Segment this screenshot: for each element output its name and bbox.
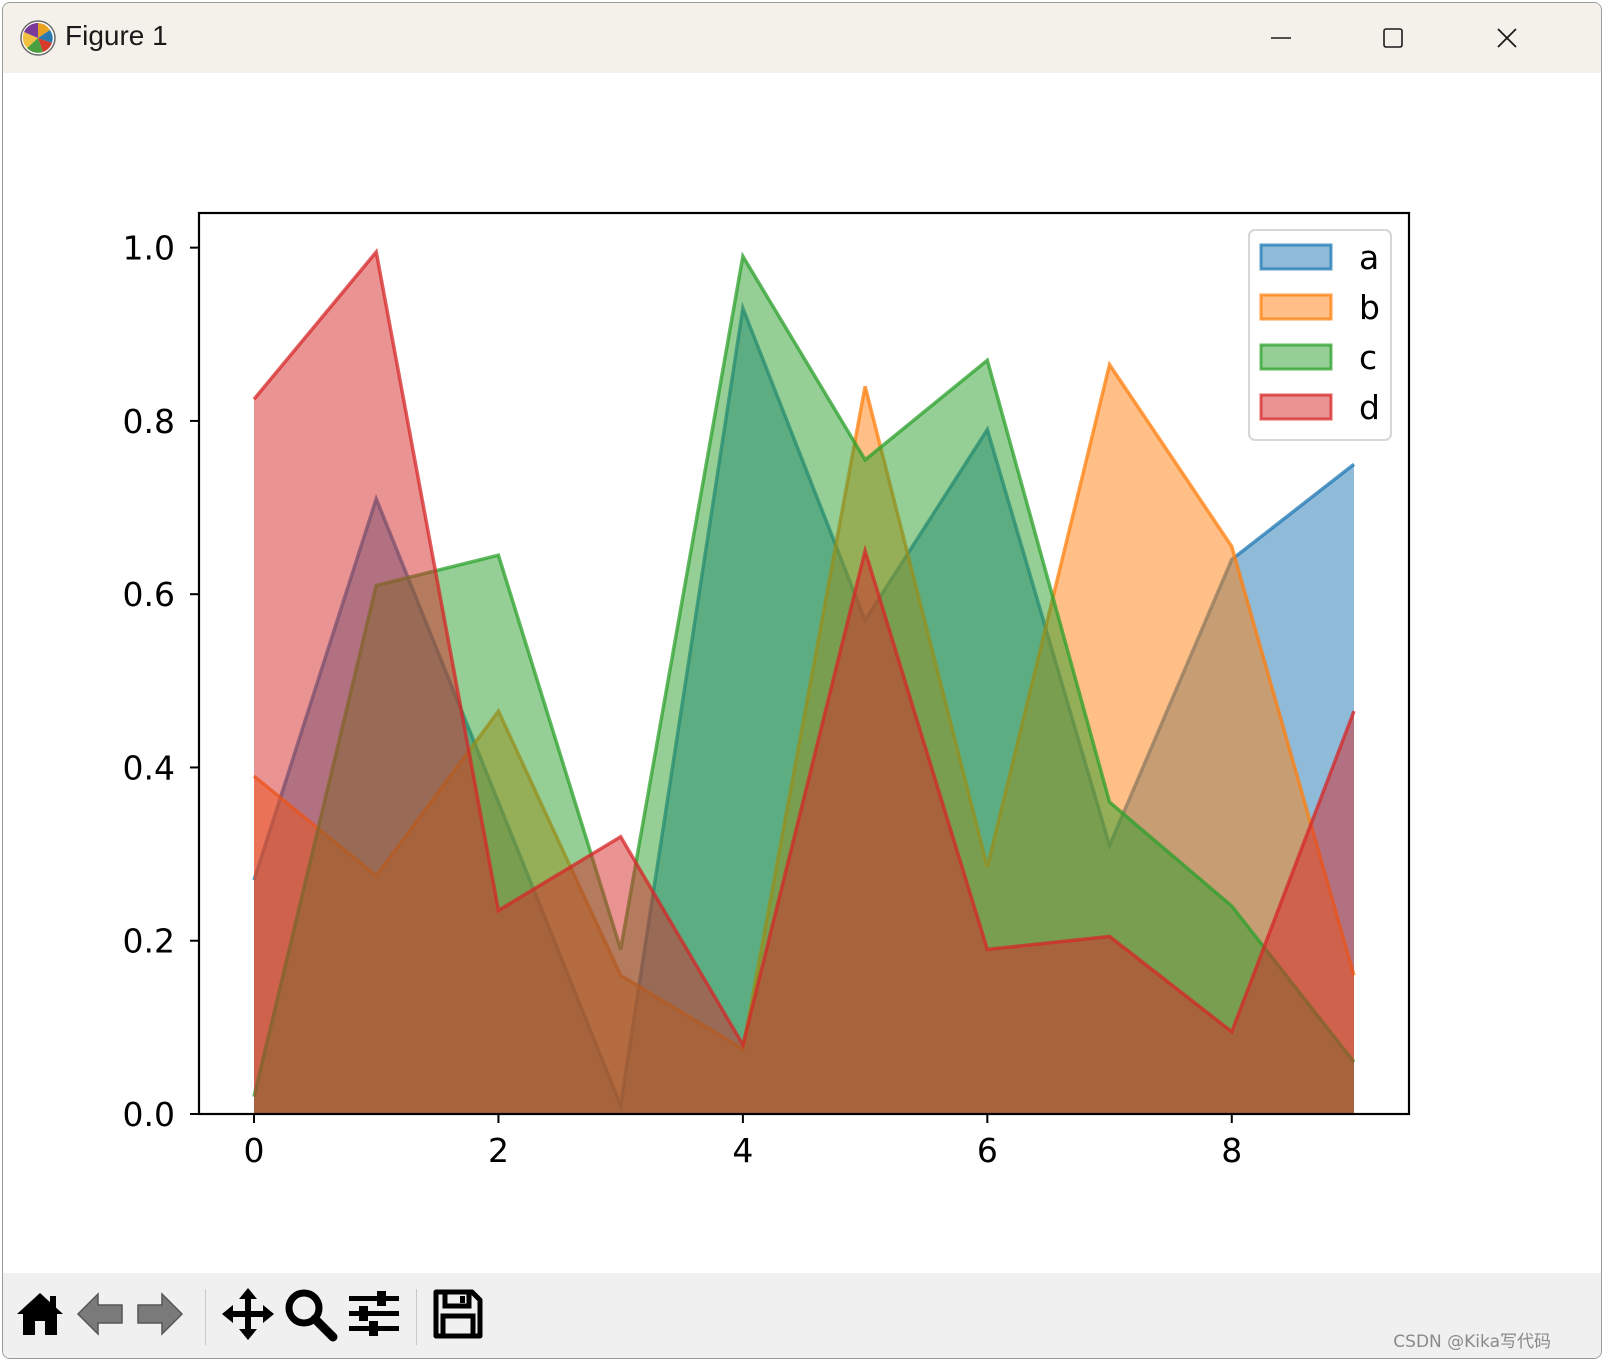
zoom-icon <box>285 1289 338 1342</box>
legend[interactable]: abcd <box>1248 229 1392 441</box>
maximize-button[interactable] <box>1343 3 1443 73</box>
y-tick-label: 0.8 <box>123 402 175 441</box>
x-tick-label: 0 <box>244 1131 265 1170</box>
save-button[interactable] <box>429 1285 487 1343</box>
y-tick-label: 0.6 <box>123 575 175 614</box>
legend-label-a: a <box>1359 238 1379 277</box>
series-group <box>252 247 1356 1114</box>
x-tick-label: 6 <box>977 1131 998 1170</box>
zoom-button[interactable] <box>281 1285 339 1343</box>
x-tick-label: 4 <box>732 1131 753 1170</box>
minimize-icon <box>1271 37 1291 39</box>
forward-icon <box>137 1292 184 1336</box>
matplotlib-icon <box>20 20 56 56</box>
figure-window: Figure 1 0 2 4 6 8 0.0 0.2 0.4 0.6 0.8 1.0 a b c d <box>2 2 1602 1359</box>
toolbar-separator <box>205 1289 206 1345</box>
home-button[interactable] <box>11 1285 69 1343</box>
configure-subplots-icon <box>349 1291 399 1336</box>
back-button[interactable] <box>71 1285 129 1343</box>
legend-swatch-b <box>1259 293 1333 321</box>
y-tick-label: 0.0 <box>123 1095 175 1134</box>
navigation-toolbar: CSDN @Kika写代码 <box>3 1273 1601 1358</box>
y-tick-label: 1.0 <box>123 229 175 268</box>
watermark-text: CSDN @Kika写代码 <box>1393 1332 1551 1352</box>
x-tick-label: 2 <box>488 1131 509 1170</box>
forward-button[interactable] <box>131 1285 189 1343</box>
toolbar-separator <box>416 1289 417 1345</box>
legend-swatch-c <box>1259 343 1333 371</box>
minimize-button[interactable] <box>1231 3 1331 73</box>
back-icon <box>76 1292 123 1336</box>
title-bar[interactable]: Figure 1 <box>3 3 1601 73</box>
legend-label-b: b <box>1359 288 1380 327</box>
legend-swatch-a <box>1259 243 1333 271</box>
y-tick-label: 0.4 <box>123 748 175 787</box>
legend-swatch-d <box>1259 393 1333 421</box>
x-tick-label: 8 <box>1221 1131 1242 1170</box>
legend-label-c: c <box>1359 338 1377 377</box>
area-chart[interactable]: 0 2 4 6 8 0.0 0.2 0.4 0.6 0.8 1.0 abcd <box>3 73 1601 1273</box>
home-icon <box>17 1293 63 1335</box>
pan-icon <box>222 1288 274 1340</box>
legend-label-d: d <box>1359 388 1380 427</box>
maximize-icon <box>1383 28 1403 48</box>
close-button[interactable] <box>1457 3 1557 73</box>
configure-subplots-button[interactable] <box>345 1285 403 1343</box>
pan-button[interactable] <box>219 1285 277 1343</box>
y-tick-label: 0.2 <box>123 922 175 961</box>
window-title: Figure 1 <box>65 20 168 51</box>
plot-canvas[interactable]: 0 2 4 6 8 0.0 0.2 0.4 0.6 0.8 1.0 a b c d <box>3 73 1601 1273</box>
save-icon <box>433 1289 483 1339</box>
close-icon <box>1497 28 1517 48</box>
